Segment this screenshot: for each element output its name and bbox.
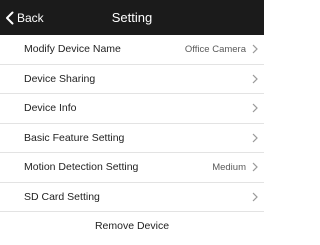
chevron-right-icon: [252, 74, 258, 84]
back-label: Back: [17, 10, 44, 25]
chevron-right-icon: [252, 192, 258, 202]
setting-row-modify-device-name[interactable]: Modify Device Name Office Camera: [0, 35, 264, 65]
chevron-right-icon: [252, 103, 258, 113]
chevron-right-icon: [252, 44, 258, 54]
back-button[interactable]: Back: [5, 0, 44, 35]
setting-row-device-info[interactable]: Device Info: [0, 94, 264, 124]
setting-label: Device Sharing: [24, 72, 96, 85]
navigation-bar: Back Setting: [0, 0, 264, 35]
setting-label: Motion Detection Setting: [24, 161, 139, 174]
setting-row-motion-detection-setting[interactable]: Motion Detection Setting Medium: [0, 153, 264, 183]
chevron-left-icon: [6, 11, 14, 24]
setting-label: Modify Device Name: [24, 43, 121, 56]
setting-value: Office Camera: [184, 43, 246, 55]
remove-device-button[interactable]: Remove Device: [0, 212, 264, 240]
setting-label: SD Card Setting: [24, 190, 100, 203]
setting-row-device-sharing[interactable]: Device Sharing: [0, 65, 264, 94]
setting-row-sd-card-setting[interactable]: SD Card Setting: [0, 183, 264, 212]
chevron-right-icon: [252, 133, 258, 143]
setting-label: Device Info: [24, 102, 77, 115]
setting-label: Basic Feature Setting: [24, 131, 125, 144]
setting-row-basic-feature-setting[interactable]: Basic Feature Setting: [0, 124, 264, 153]
chevron-right-icon: [252, 162, 258, 172]
settings-list: Modify Device Name Office Camera Device …: [0, 35, 264, 212]
setting-value: Medium: [212, 161, 246, 173]
